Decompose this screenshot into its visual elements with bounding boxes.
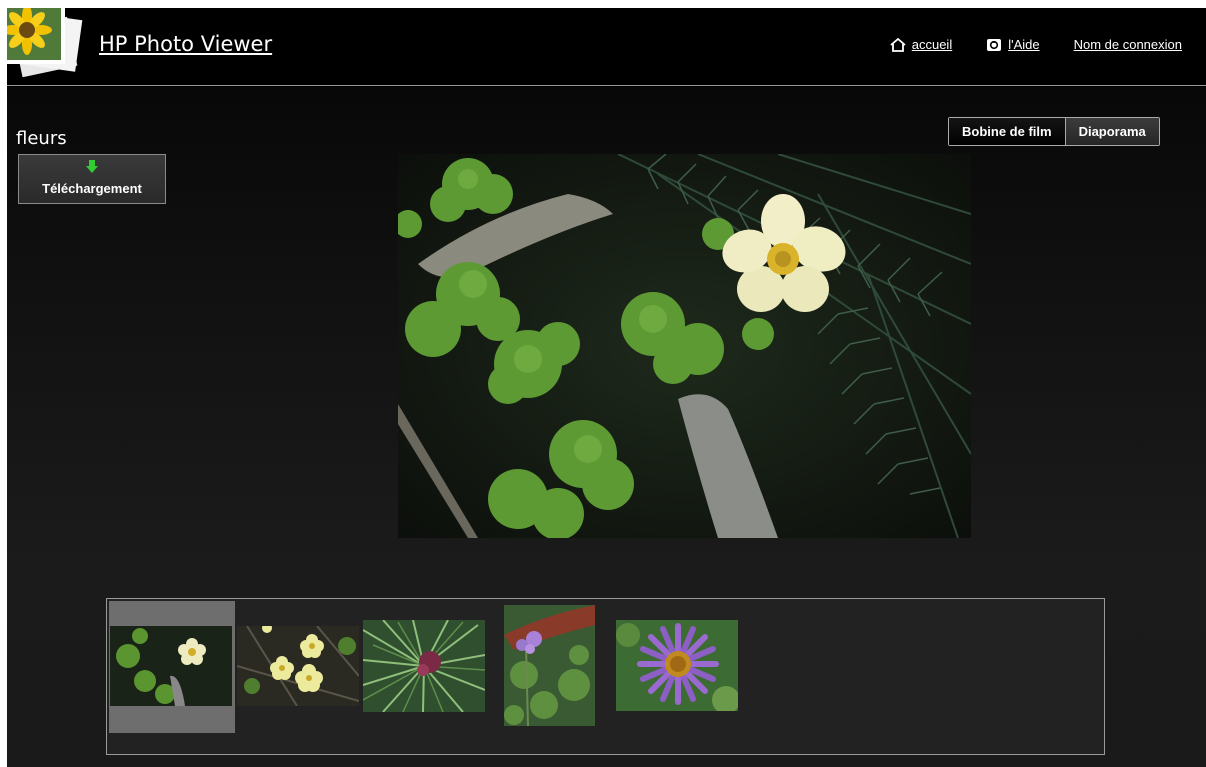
slideshow-view-button[interactable]: Diaporama [1064,118,1159,145]
app-title-link[interactable]: HP Photo Viewer [99,32,272,56]
download-button-label: Téléchargement [42,181,142,196]
home-link-label: accueil [911,37,953,52]
thumbnail-4[interactable] [504,605,595,726]
login-link[interactable]: Nom de connexion [1074,37,1182,52]
help-icon [986,38,1002,52]
filmstrip-view-button[interactable]: Bobine de film [949,118,1065,145]
download-button[interactable]: Téléchargement [18,154,166,204]
app-logo [7,8,85,78]
thumbnail-3[interactable] [363,620,485,712]
help-link[interactable]: l'Aide [986,37,1040,52]
download-arrow-icon [86,159,98,178]
app-window: HP Photo Viewer accueil l'Aide Nom de co… [7,8,1206,767]
home-icon [890,37,906,52]
thumbnail-5[interactable] [616,620,738,711]
home-link[interactable]: accueil [890,37,952,52]
filmstrip [106,598,1105,755]
album-title: fleurs [16,128,67,149]
header-bar: HP Photo Viewer accueil l'Aide Nom de co… [7,8,1206,86]
thumbnail-2[interactable] [237,626,359,706]
main-content: fleurs Téléchargement Bobine de film Dia… [7,87,1206,767]
main-photo[interactable] [398,154,971,538]
help-link-label: l'Aide [1008,37,1040,52]
view-toggle: Bobine de film Diaporama [948,117,1160,146]
thumbnail-1[interactable] [110,626,232,706]
top-nav: accueil l'Aide Nom de connexion [890,37,1182,52]
